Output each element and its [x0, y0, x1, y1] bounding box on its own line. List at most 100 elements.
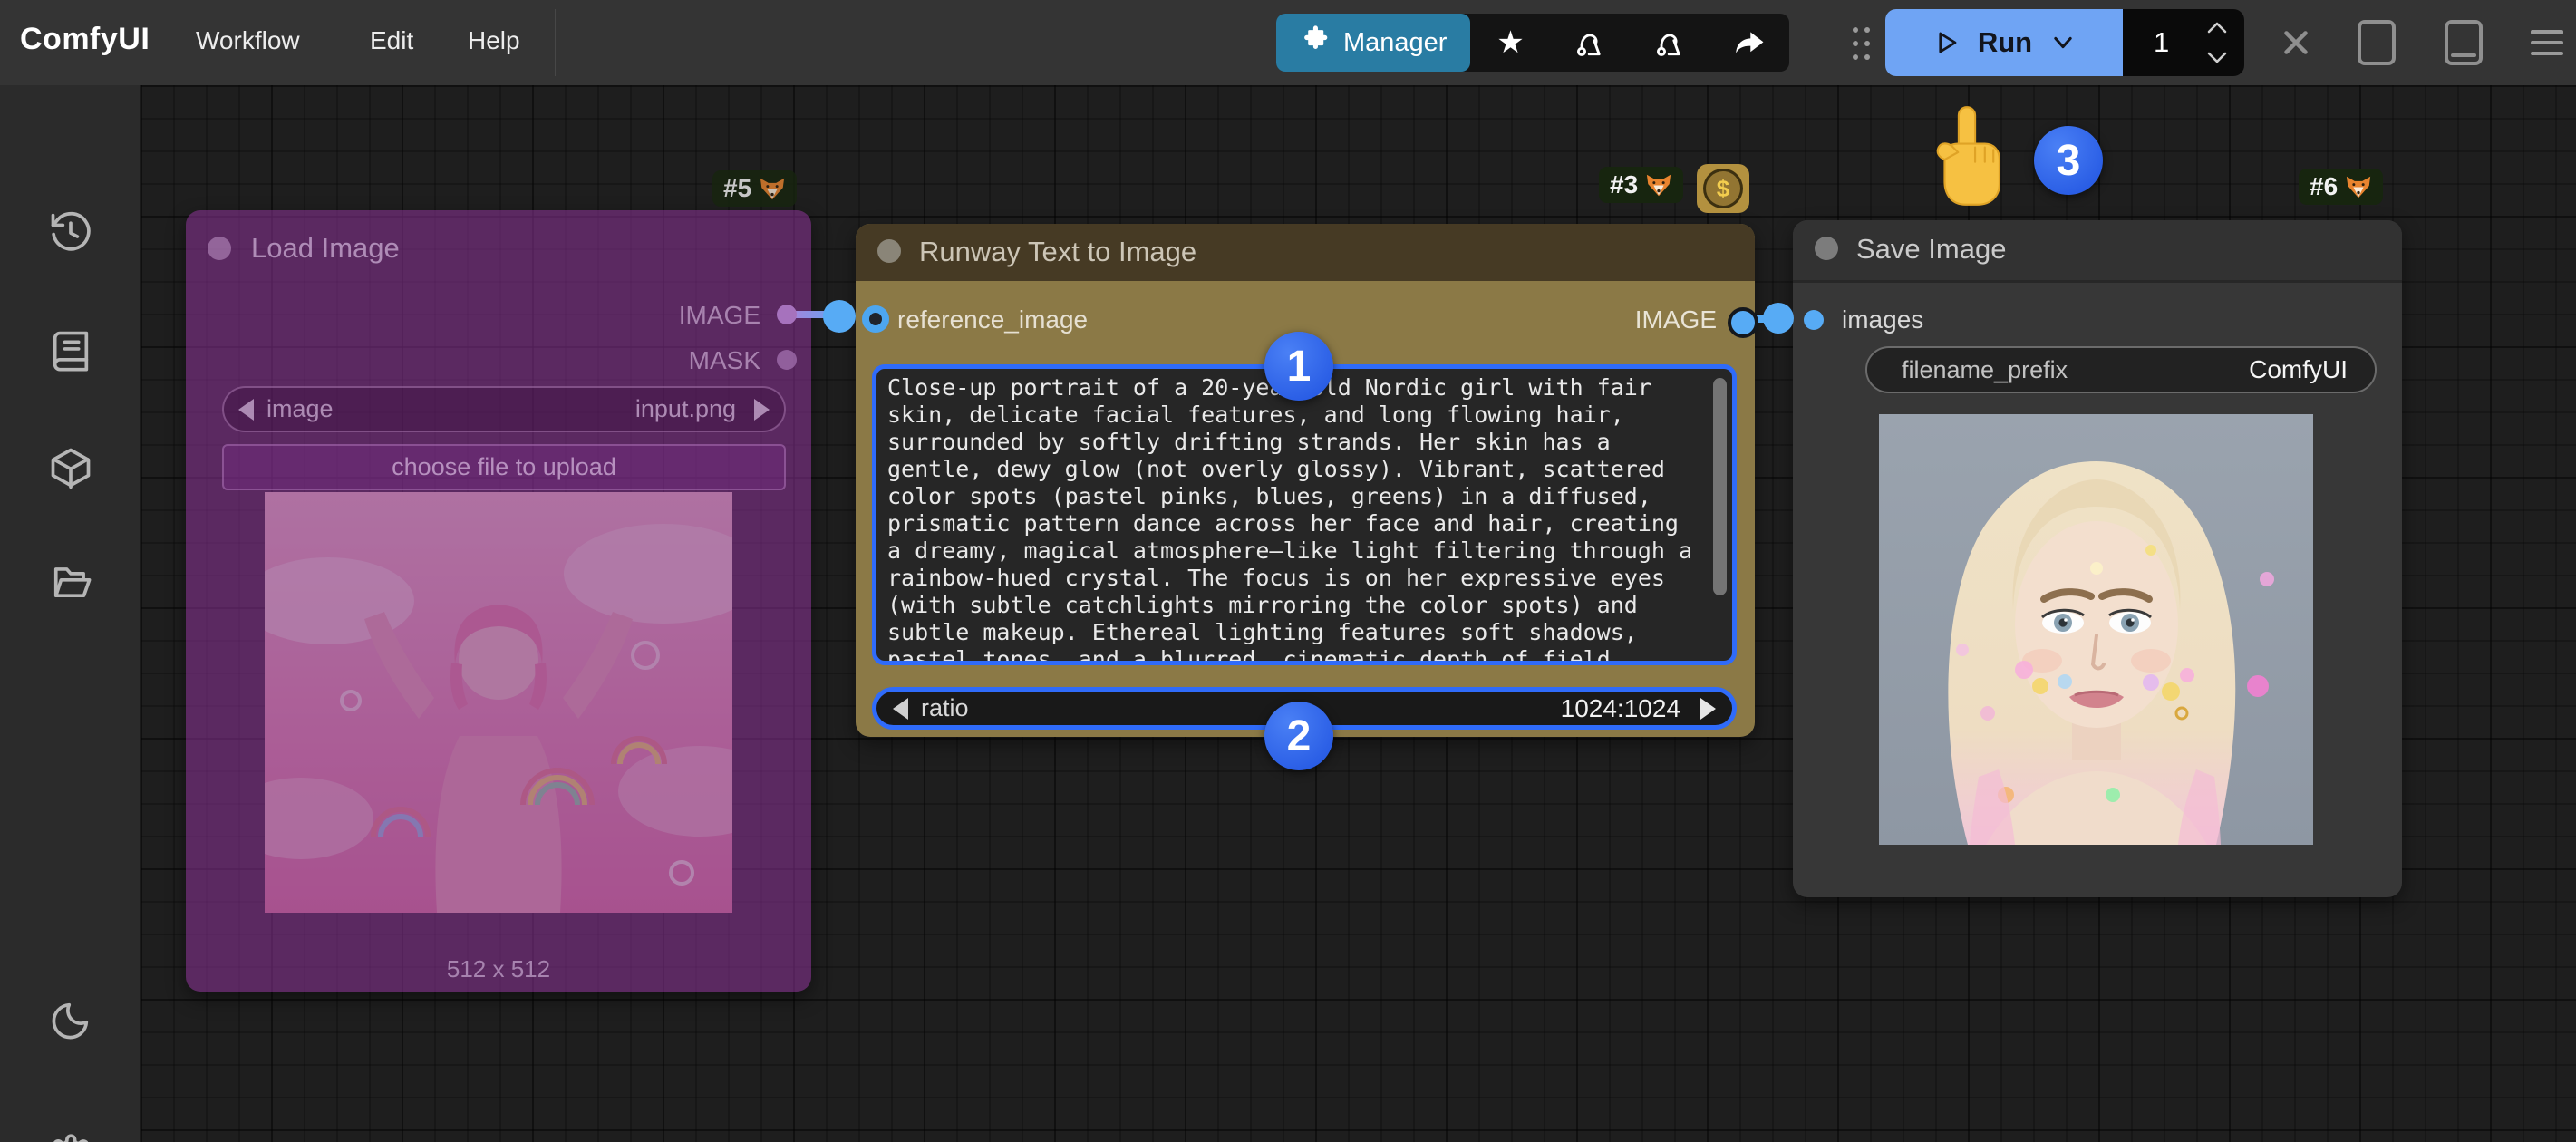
combo-prev-icon[interactable]	[238, 399, 254, 421]
fox-icon	[2345, 174, 2372, 199]
run-group: Run 1	[1885, 9, 2244, 76]
badge-number: #6	[2310, 172, 2338, 201]
manager-button[interactable]: Manager	[1276, 14, 1470, 72]
annotation-number: 1	[1287, 342, 1312, 392]
menu-icon	[2531, 30, 2563, 55]
queue-count-value: 1	[2154, 26, 2169, 59]
load-image-preview[interactable]	[265, 492, 732, 913]
favorites-button[interactable]: ★	[1470, 14, 1550, 72]
pointing-hand-icon	[1929, 103, 2007, 213]
vacuum-icon-1	[1574, 26, 1606, 59]
sidebar-item-history[interactable]	[47, 208, 94, 256]
clear-all-button[interactable]	[1630, 14, 1709, 72]
sidebar	[0, 85, 141, 1142]
choose-file-label: choose file to upload	[392, 453, 616, 481]
cancel-run-button[interactable]	[2269, 0, 2323, 85]
node-collapse-dot[interactable]	[208, 237, 231, 260]
node-load-image[interactable]: Load Image IMAGE MASK image input.png ch…	[186, 210, 811, 992]
cube-icon	[47, 444, 94, 491]
menu-workflow[interactable]: Workflow	[196, 26, 300, 55]
link-dot-left[interactable]	[823, 300, 856, 333]
input-label-reference-image: reference_image	[897, 305, 1088, 334]
settings-gear-icon	[47, 1134, 94, 1142]
reference-image-input-socket[interactable]	[862, 305, 889, 333]
choose-file-button[interactable]: choose file to upload	[222, 444, 786, 490]
clear-queue-button[interactable]	[1550, 14, 1630, 72]
image-combo-widget[interactable]: image input.png	[222, 386, 786, 432]
node-collapse-dot[interactable]	[1815, 237, 1838, 260]
runway-image-output-socket[interactable]	[1728, 307, 1758, 338]
output-label-mask: MASK	[689, 346, 760, 375]
save-image-preview[interactable]	[1879, 414, 2313, 845]
node-collapse-dot[interactable]	[877, 239, 901, 263]
close-icon	[2280, 26, 2312, 59]
annotation-number: 3	[2057, 136, 2081, 186]
stepper-up-icon[interactable]	[2206, 18, 2228, 36]
dollar-coin-icon: $	[1703, 169, 1743, 208]
filename-prefix-value: ComfyUI	[2249, 355, 2348, 384]
combo-next-icon[interactable]	[754, 399, 770, 421]
annotation-step-1: 1	[1264, 332, 1333, 401]
menu-edit[interactable]: Edit	[370, 26, 413, 55]
load-image-output-port[interactable]	[777, 305, 797, 324]
notebook-icon	[47, 326, 94, 373]
node-badge-6: #6	[2299, 169, 2383, 205]
node-save-image[interactable]: Save Image images filename_prefix ComfyU…	[1793, 220, 2402, 897]
comfyui-app: ComfyUI Workflow Edit Help Manager ★	[0, 0, 2576, 1142]
manager-toolbar: Manager ★	[1276, 14, 1789, 72]
share-button[interactable]	[1709, 14, 1789, 72]
badge-number: #5	[723, 174, 751, 203]
textarea-scrollbar[interactable]	[1713, 378, 1727, 595]
node-badge-5: #5	[712, 170, 797, 207]
node-title: Load Image	[251, 232, 400, 265]
annotation-step-2: 2	[1264, 702, 1333, 770]
generated-portrait-image	[1879, 414, 2313, 845]
badge-number: #3	[1610, 170, 1638, 199]
focus-mode-button[interactable]	[2349, 0, 2404, 85]
node-runway-text-to-image[interactable]: Runway Text to Image reference_image IMA…	[856, 224, 1755, 737]
menu-help[interactable]: Help	[468, 26, 520, 55]
combo-value: input.png	[635, 395, 736, 423]
sidebar-item-models[interactable]	[47, 444, 94, 491]
filename-prefix-label: filename_prefix	[1902, 356, 2068, 384]
link-dot-right[interactable]	[1763, 303, 1794, 334]
node-badge-3: #3	[1599, 167, 1683, 203]
prompt-textarea[interactable]: Close-up portrait of a 20-year-old Nordi…	[872, 364, 1737, 665]
sidebar-item-workflows[interactable]	[47, 558, 94, 605]
paid-api-badge: $	[1697, 164, 1749, 213]
save-images-input-socket[interactable]	[1804, 310, 1824, 330]
image-size-caption: 512 x 512	[186, 955, 811, 983]
filename-prefix-widget[interactable]: filename_prefix ComfyUI	[1865, 346, 2377, 393]
combo-label: image	[266, 395, 334, 423]
vacuum-icon-2	[1653, 26, 1686, 59]
ratio-prev-icon[interactable]	[893, 698, 908, 720]
load-mask-output-port[interactable]	[777, 350, 797, 370]
dollar-sign: $	[1717, 175, 1729, 203]
folder-open-icon	[47, 558, 94, 605]
node-title: Save Image	[1856, 233, 2006, 266]
sidebar-item-queue[interactable]	[47, 326, 94, 373]
star-icon: ★	[1496, 24, 1524, 61]
output-label-image: IMAGE	[679, 301, 760, 330]
bottom-panel-icon	[2445, 20, 2483, 65]
history-icon	[47, 208, 94, 256]
annotation-number: 2	[1287, 711, 1312, 761]
topbar: ComfyUI Workflow Edit Help Manager ★	[0, 0, 2576, 85]
input-label-images: images	[1842, 305, 1923, 334]
fox-icon	[1645, 172, 1672, 198]
fox-icon	[759, 176, 786, 201]
main-menu-button[interactable]	[2520, 0, 2574, 85]
settings-button[interactable]	[47, 1134, 94, 1142]
theme-toggle-button[interactable]	[47, 997, 94, 1044]
moon-icon	[47, 997, 94, 1044]
manager-button-label: Manager	[1343, 28, 1447, 58]
ratio-next-icon[interactable]	[1700, 698, 1716, 720]
queue-count-stepper[interactable]: 1	[2123, 9, 2244, 76]
bottom-panel-button[interactable]	[2436, 0, 2491, 85]
run-button-label: Run	[1978, 26, 2032, 59]
run-button[interactable]: Run	[1885, 9, 2123, 76]
chevron-down-icon	[2050, 30, 2076, 55]
node-title: Runway Text to Image	[919, 236, 1196, 268]
stepper-down-icon[interactable]	[2206, 49, 2228, 67]
toolbar-drag-handle[interactable]	[1849, 24, 1873, 63]
